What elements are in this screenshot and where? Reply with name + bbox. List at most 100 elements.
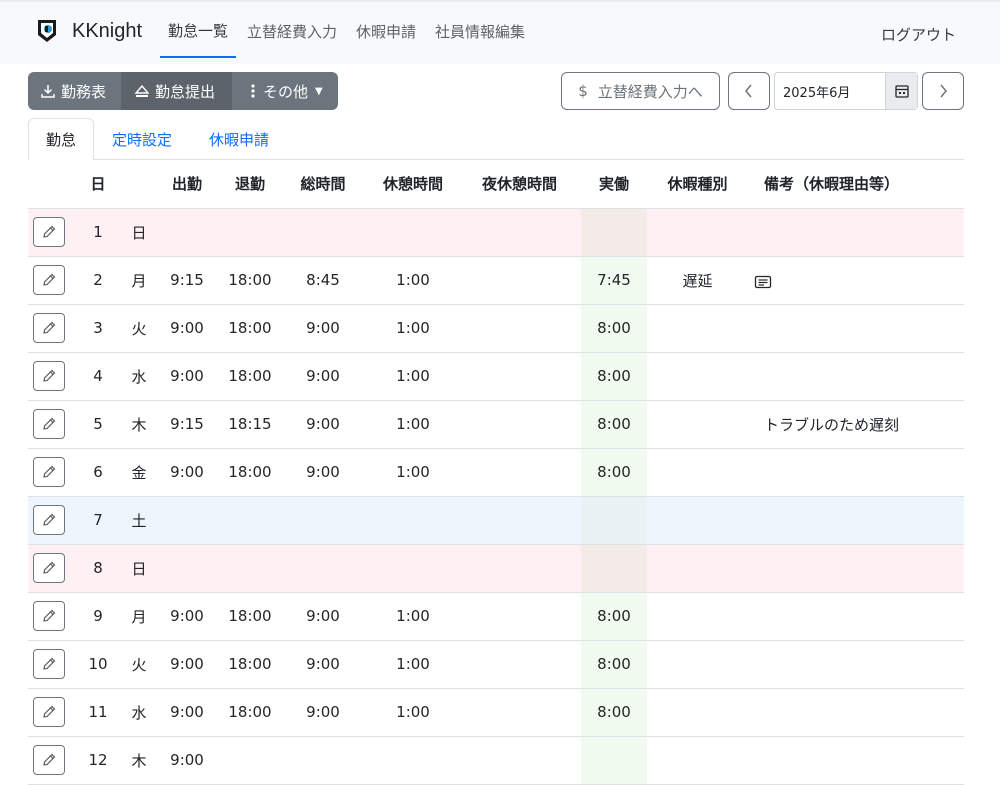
day-cell: 9 [70, 592, 126, 641]
weekday-cell: 火 [126, 304, 152, 353]
edit-row-button[interactable] [33, 649, 65, 679]
tab-regular-hours[interactable]: 定時設定 [112, 118, 172, 160]
leave-type-cell [647, 496, 748, 545]
leave-type-cell [647, 544, 748, 593]
total-time-cell: 9:00 [278, 688, 368, 737]
break-time-cell [368, 208, 458, 257]
edit-row-button[interactable] [33, 217, 65, 247]
more-vertical-icon [251, 84, 255, 98]
clock-out-cell: 18:00 [222, 592, 278, 641]
nav-attendance-list[interactable]: 勤怠一覧 [160, 4, 237, 58]
leave-type-col-header: 休暇種別 [647, 160, 748, 209]
day-cell: 4 [70, 352, 126, 401]
pencil-icon [43, 513, 56, 526]
expense-input-button[interactable]: $ 立替経費入力へ [561, 72, 720, 110]
day-cell: 3 [70, 304, 126, 353]
next-month-button[interactable] [922, 72, 964, 110]
work-col-header: 実働 [581, 160, 647, 209]
weekday-cell: 土 [126, 496, 152, 545]
total-time-cell [278, 544, 368, 593]
total-time-cell: 9:00 [278, 448, 368, 497]
edit-row-button[interactable] [33, 361, 65, 391]
tab-leave-request[interactable]: 休暇申請 [209, 118, 269, 160]
nav-expense-input[interactable]: 立替経費入力 [239, 4, 345, 58]
pencil-icon [43, 657, 56, 670]
more-dropdown-button[interactable]: その他 ▼ [232, 72, 338, 110]
day-cell: 8 [70, 544, 126, 593]
edit-col-header [28, 160, 70, 209]
remarks-cell [748, 304, 964, 353]
timesheet-button[interactable]: 勤務表 [28, 72, 121, 110]
edit-row-button[interactable] [33, 697, 65, 727]
edit-row-button[interactable] [33, 313, 65, 343]
table-row: 6 金 9:00 18:00 9:00 1:00 8:00 [28, 448, 964, 497]
tab-attendance[interactable]: 勤怠 [28, 118, 94, 161]
table-row: 7土 [28, 496, 964, 545]
edit-row-button[interactable] [33, 409, 65, 439]
download-icon [41, 85, 55, 98]
clock-in-cell: 9:00 [152, 304, 222, 353]
nav-employee-edit[interactable]: 社員情報編集 [427, 4, 533, 58]
edit-row-button[interactable] [33, 265, 65, 295]
work-time-cell [581, 544, 647, 593]
pencil-icon [43, 369, 56, 382]
night-break-cell [458, 640, 581, 689]
dollar-icon: $ [578, 82, 588, 100]
edit-row-button[interactable] [33, 457, 65, 487]
night-break-cell [458, 736, 581, 785]
expense-button-label: 立替経費入力へ [597, 82, 703, 101]
logout-link[interactable]: ログアウト [881, 24, 956, 45]
edit-row-button[interactable] [33, 553, 65, 583]
table-body: 1 日 2 月 9:15 18:00 8:45 1:00 7:45 遅延 3 火 9:00 18:00 9:… [28, 208, 964, 785]
clock-out-cell: 18:00 [222, 640, 278, 689]
nav-leave-request[interactable]: 休暇申請 [348, 4, 424, 58]
prev-month-button[interactable] [728, 72, 770, 110]
total-col-header: 総時間 [278, 160, 368, 209]
table-row: 8日 [28, 544, 964, 593]
remarks-text: トラブルのため遅刻 [764, 415, 900, 434]
clock-out-cell: 18:15 [222, 400, 278, 449]
table-row: 3 火 9:00 18:00 9:00 1:00 8:00 [28, 304, 964, 353]
work-time-cell: 8:00 [581, 592, 647, 641]
night-break-cell [458, 208, 581, 257]
weekday-cell: 日 [126, 544, 152, 593]
clock-in-cell [152, 496, 222, 545]
memo-icon[interactable] [754, 275, 772, 289]
action-button-group: 勤務表 勤怠提出 その他 ▼ [28, 72, 338, 110]
leave-type-cell: 遅延 [647, 256, 748, 305]
night-break-cell [458, 400, 581, 449]
break-time-cell: 1:00 [368, 592, 458, 641]
weekday-cell: 水 [126, 688, 152, 737]
submit-attendance-button[interactable]: 勤怠提出 [121, 72, 232, 110]
clock-out-cell [222, 496, 278, 545]
pencil-icon [43, 753, 56, 766]
remarks-cell [748, 544, 964, 593]
edit-row-button[interactable] [33, 745, 65, 775]
remarks-col-header: 備考（休暇理由等） [748, 160, 964, 209]
total-time-cell: 9:00 [278, 640, 368, 689]
clock-in-cell: 9:00 [152, 736, 222, 785]
edit-row-button[interactable] [33, 601, 65, 631]
break-time-cell [368, 496, 458, 545]
clock-in-cell [152, 544, 222, 593]
month-picker[interactable]: 2025年6月 [774, 72, 918, 110]
weekday-col-header [126, 160, 152, 209]
remarks-cell [748, 256, 964, 305]
leave-type-cell [647, 208, 748, 257]
edit-row-button[interactable] [33, 505, 65, 535]
clock-out-cell: 18:00 [222, 304, 278, 353]
remarks-cell [748, 688, 964, 737]
brand[interactable]: KKnight [36, 18, 142, 44]
work-time-cell: 8:00 [581, 640, 647, 689]
weekday-cell: 木 [126, 400, 152, 449]
calendar-button[interactable] [885, 73, 917, 109]
pencil-icon [43, 225, 56, 238]
weekday-cell: 木 [126, 736, 152, 785]
clock-in-cell [152, 208, 222, 257]
night-break-cell [458, 448, 581, 497]
day-cell: 6 [70, 448, 126, 497]
caret-down-icon: ▼ [315, 85, 323, 97]
edit-cell [28, 352, 70, 401]
work-time-cell: 8:00 [581, 688, 647, 737]
total-time-cell: 9:00 [278, 304, 368, 353]
